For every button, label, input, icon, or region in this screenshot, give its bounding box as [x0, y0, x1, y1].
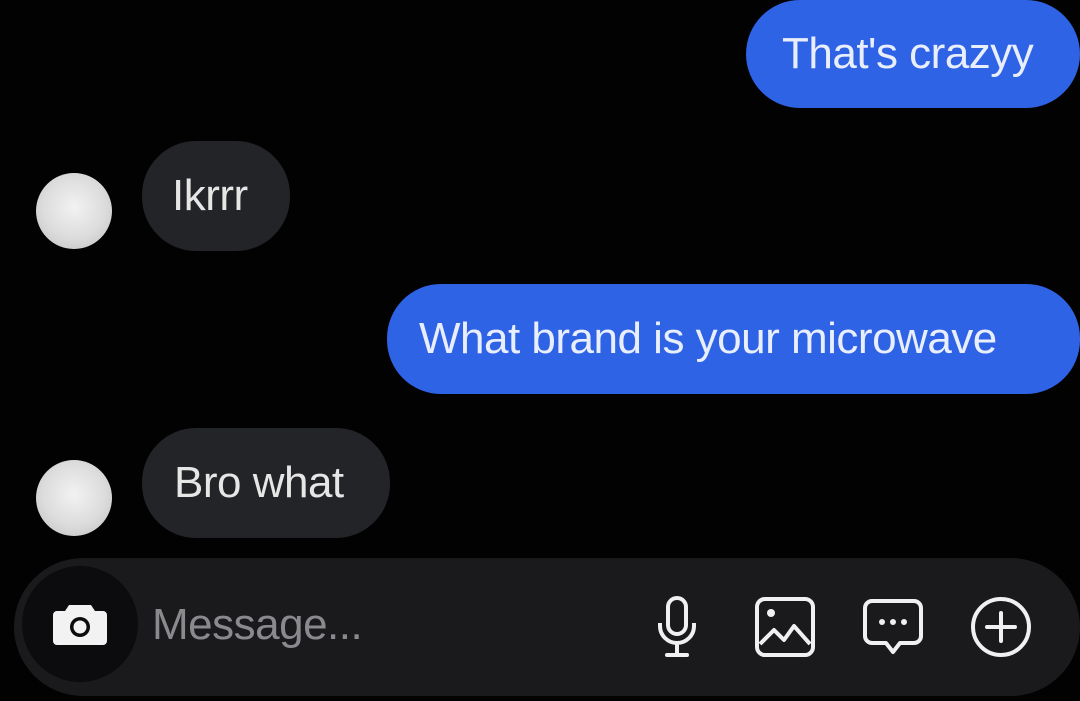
message-text: Ikrrr — [172, 171, 248, 220]
message-input[interactable]: Message... — [152, 600, 363, 650]
sticker-icon — [862, 596, 924, 658]
message-text: What brand is your microwave — [419, 314, 997, 363]
plus-icon — [969, 595, 1033, 659]
avatar[interactable] — [36, 173, 112, 249]
camera-button[interactable] — [22, 566, 138, 682]
message-bubble-incoming[interactable]: Ikrrr — [142, 141, 290, 251]
camera-icon — [51, 601, 109, 647]
add-attachment-button[interactable] — [966, 592, 1036, 662]
avatar[interactable] — [36, 460, 112, 536]
image-icon — [754, 596, 816, 658]
message-bubble-outgoing[interactable]: That's crazyy — [746, 0, 1080, 108]
voice-message-button[interactable] — [642, 592, 712, 662]
chat-screen: That's crazyy Ikrrr What brand is your m… — [0, 0, 1080, 701]
microphone-icon — [655, 595, 699, 659]
message-text: That's crazyy — [782, 29, 1034, 78]
message-bubble-incoming[interactable]: Bro what — [142, 428, 390, 538]
sticker-button[interactable] — [858, 592, 928, 662]
message-bubble-outgoing[interactable]: What brand is your microwave — [387, 284, 1080, 394]
gallery-button[interactable] — [750, 592, 820, 662]
message-text: Bro what — [174, 458, 344, 507]
